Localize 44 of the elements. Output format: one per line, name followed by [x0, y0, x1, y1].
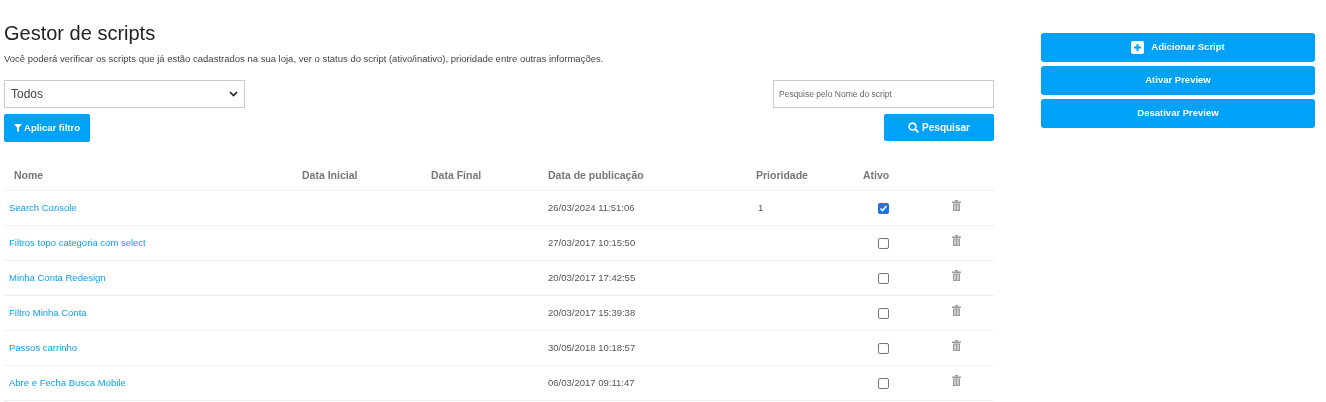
active-checkbox[interactable] [878, 377, 889, 389]
column-header: Data Inicial [302, 169, 358, 182]
table-cell-text: 1 [757, 201, 764, 213]
script-link[interactable]: Filtros topo categoria com select [9, 236, 146, 248]
apply-filter-button[interactable]: Aplicar filtro [4, 114, 90, 142]
active-checkbox[interactable] [878, 237, 889, 249]
column-header: Data de publicação [548, 169, 644, 182]
search-field[interactable]: Pesquise pelo Nome do script [773, 80, 994, 108]
column-header: Nome [14, 169, 44, 182]
table-cell: 20/03/2017 15:39:38 [548, 306, 636, 318]
action-button[interactable]: Desativar Preview [1041, 99, 1315, 128]
page-description: Você poderá verificar os scripts que já estão cadastrados na sua loja, ver o status do script (ativo/inativo), prioridade entre outras informações. [4, 52, 605, 66]
table-cell: 20/03/2017 17:42:55 [548, 271, 636, 283]
trash-icon[interactable] [952, 374, 961, 386]
trash-icon[interactable] [952, 234, 961, 246]
table-cell: 30/05/2018 10:18:57 [548, 341, 636, 353]
script-link[interactable]: Minha Conta Redesign [9, 271, 106, 283]
action-button[interactable]: Adicionar Script [1041, 33, 1315, 62]
script-link[interactable]: Abre e Fecha Busca Mobile [9, 376, 126, 388]
script-link[interactable]: Search Console [9, 201, 77, 213]
action-button[interactable]: Ativar Preview [1041, 66, 1315, 95]
column-header: Data Final [431, 169, 482, 182]
active-checkbox[interactable] [878, 307, 889, 319]
trash-icon[interactable] [952, 269, 961, 281]
status-select[interactable]: Todos [4, 80, 245, 108]
trash-icon[interactable] [952, 339, 961, 351]
search-icon [908, 122, 920, 133]
plus-icon [1131, 41, 1145, 54]
active-checkbox[interactable] [878, 202, 889, 214]
chevron-down-icon [229, 91, 238, 97]
trash-icon[interactable] [952, 199, 961, 211]
table-cell: 26/03/2024 11:51:06 [548, 201, 635, 213]
search-button[interactable]: Pesquisar [884, 114, 994, 141]
page-title: Gestor de scripts [4, 21, 157, 46]
column-header: Prioridade [756, 169, 808, 182]
script-link[interactable]: Passos carrinho [9, 341, 78, 353]
filter-icon [14, 124, 22, 132]
trash-icon[interactable] [952, 304, 961, 316]
column-header: Ativo [863, 169, 890, 182]
table-cell: 27/03/2017 10:15:50 [548, 236, 636, 248]
active-checkbox[interactable] [878, 272, 889, 284]
active-checkbox[interactable] [878, 342, 889, 354]
table-cell: 06/03/2017 09:11:47 [548, 376, 635, 388]
script-link[interactable]: Filtro Minha Conta [9, 306, 87, 318]
